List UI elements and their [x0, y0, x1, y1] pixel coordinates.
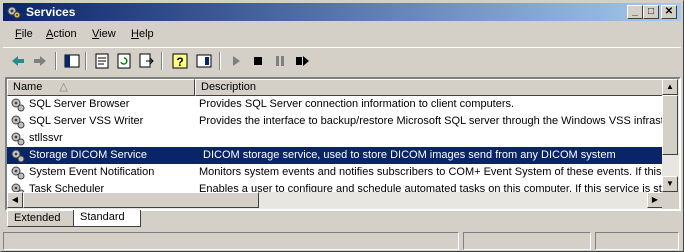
show-hide-tree-icon[interactable] — [63, 52, 81, 70]
menu-file-label: ile — [21, 28, 33, 40]
status-pane — [463, 232, 591, 250]
horizontal-scrollbar[interactable]: ◀ ▶ — [7, 192, 663, 209]
service-name: SQL Server VSS Writer — [29, 115, 144, 127]
table-row-selected[interactable]: Storage DICOM Service DICOM storage serv… — [7, 147, 663, 164]
table-row[interactable]: System Event Notification Monitors syste… — [7, 164, 663, 181]
services-list[interactable]: Name △ Description SQL Server Browser Pr… — [5, 77, 681, 211]
scroll-down-button[interactable]: ▼ — [662, 176, 678, 192]
toolbar-separator — [219, 52, 221, 70]
service-gear-icon — [11, 149, 25, 163]
column-header-description[interactable]: Description — [195, 79, 663, 96]
scroll-right-button[interactable]: ▶ — [647, 192, 663, 208]
menu-action-label: ction — [53, 28, 77, 40]
status-pane — [3, 232, 459, 250]
service-gear-icon — [11, 166, 25, 180]
restart-icon[interactable] — [293, 52, 311, 70]
menu-file-mnemonic: F — [15, 28, 22, 40]
help-icon[interactable]: ? — [171, 52, 189, 70]
console-tree-icon[interactable] — [195, 52, 213, 70]
tab-standard[interactable]: Standard — [73, 210, 141, 227]
scroll-up-button[interactable]: ▲ — [662, 79, 678, 95]
minimize-button[interactable]: _ — [627, 5, 643, 19]
column-header-description-label: Description — [201, 81, 257, 93]
menu-view[interactable]: View — [92, 28, 116, 40]
svg-text:?: ? — [176, 55, 183, 69]
toolbar-separator — [55, 52, 57, 70]
title-bar[interactable]: Services _ □ ✕ — [3, 3, 681, 21]
services-window: Services _ □ ✕ File Action View Help ? N… — [0, 0, 684, 252]
window-title: Services — [26, 5, 76, 19]
menu-view-label: iew — [99, 28, 116, 40]
close-button[interactable]: ✕ — [661, 5, 677, 19]
horizontal-scroll-thumb[interactable] — [23, 192, 259, 208]
refresh-icon[interactable] — [115, 52, 133, 70]
service-name: System Event Notification — [29, 166, 155, 178]
play-icon[interactable] — [227, 52, 245, 70]
sort-ascending-icon: △ — [59, 81, 68, 93]
service-name: SQL Server Browser — [29, 98, 130, 110]
forward-arrow-icon[interactable] — [31, 52, 49, 70]
scrollbar-corner — [662, 192, 679, 209]
menu-help-mnemonic: H — [131, 28, 139, 40]
column-header-name[interactable]: Name △ — [7, 79, 195, 96]
service-gear-icon — [11, 115, 25, 129]
menu-file[interactable]: File — [15, 28, 33, 40]
service-name: Storage DICOM Service — [29, 149, 147, 161]
tab-extended-label: Extended — [14, 212, 61, 224]
vertical-scrollbar[interactable]: ▲ ▼ — [662, 79, 679, 192]
toolbar-separator — [85, 52, 87, 70]
service-name: stllssvr — [29, 132, 63, 144]
table-row[interactable]: SQL Server VSS Writer Provides the inter… — [7, 113, 663, 130]
service-gear-icon — [11, 98, 25, 112]
status-bar — [3, 231, 681, 251]
pause-icon[interactable] — [271, 52, 289, 70]
service-description: DICOM storage service, used to store DIC… — [203, 149, 616, 161]
service-description: Provides SQL Server connection informati… — [199, 98, 515, 110]
service-description: Monitors system events and notifies subs… — [199, 166, 662, 178]
menu-help[interactable]: Help — [131, 28, 154, 40]
toolbar: ? — [3, 47, 681, 74]
column-header-name-label: Name — [13, 81, 43, 93]
menu-action[interactable]: Action — [46, 28, 77, 40]
scroll-left-button[interactable]: ◀ — [7, 192, 23, 208]
services-gear-icon — [7, 6, 21, 19]
stop-icon[interactable] — [249, 52, 267, 70]
table-row[interactable]: SQL Server Browser Provides SQL Server c… — [7, 96, 663, 113]
vertical-scroll-thumb[interactable] — [662, 95, 678, 155]
menu-help-label: elp — [138, 28, 154, 40]
menu-bar: File Action View Help — [3, 25, 681, 45]
back-arrow-icon[interactable] — [9, 52, 27, 70]
service-gear-icon — [11, 132, 25, 146]
maximize-button[interactable]: □ — [643, 5, 659, 19]
properties-icon[interactable] — [93, 52, 111, 70]
tab-extended[interactable]: Extended — [7, 211, 73, 227]
tab-standard-label: Standard — [80, 211, 125, 223]
table-row[interactable]: stllssvr — [7, 130, 663, 147]
toolbar-separator — [161, 52, 163, 70]
status-pane — [595, 232, 679, 250]
list-header: Name △ Description — [7, 79, 663, 96]
view-tabs: Extended Standard — [5, 210, 681, 229]
service-description: Provides the interface to backup/restore… — [199, 115, 663, 127]
export-list-icon[interactable] — [137, 52, 155, 70]
